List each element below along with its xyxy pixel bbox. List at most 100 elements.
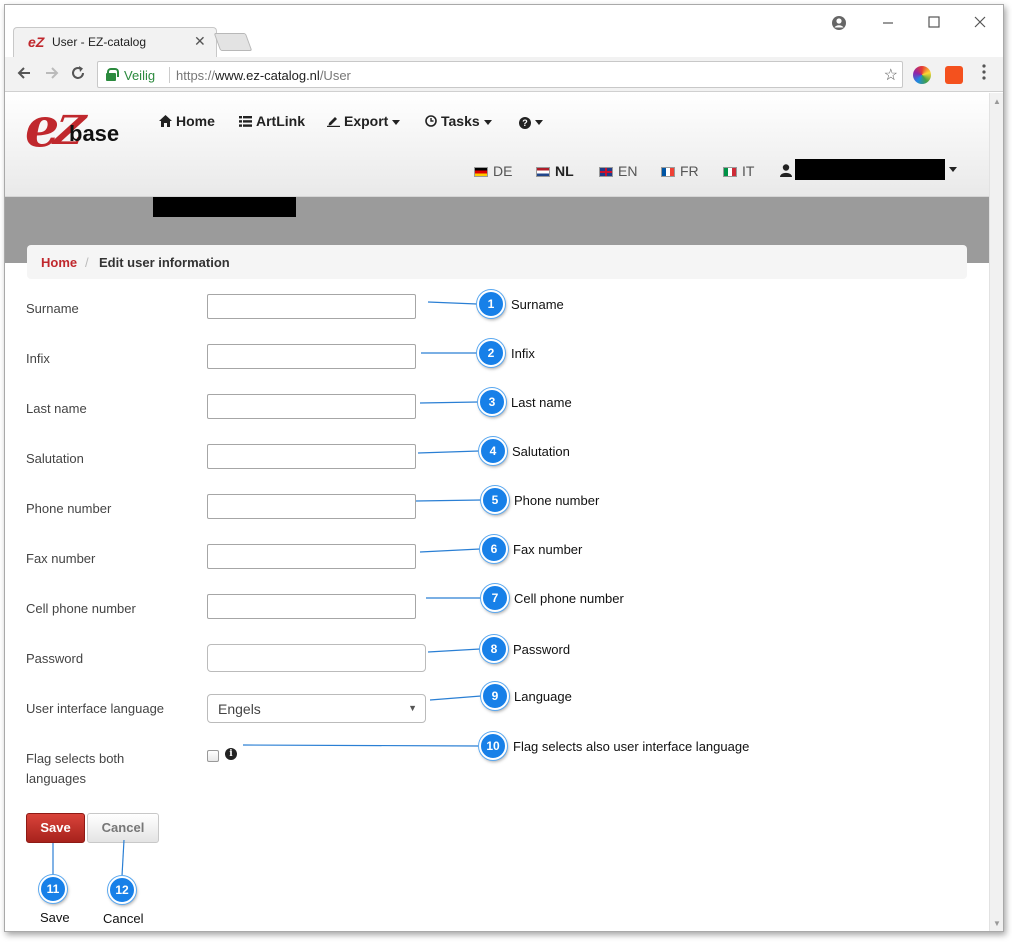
browser-menu-icon[interactable] [981,63,987,86]
lang-de-label: DE [493,163,513,179]
url-scheme: https:// [176,68,216,83]
cancel-button[interactable]: Cancel [87,813,159,843]
home-icon [159,115,172,127]
chevron-down-icon[interactable] [949,167,957,172]
tab-strip: eZ User - EZ-catalog ✕ [5,5,1003,57]
help-icon: ? [519,117,531,129]
vertical-scrollbar[interactable]: ▲ ▼ [989,93,1003,931]
chevron-down-icon [535,119,543,125]
flag-selects-label-line1: Flag selects both [26,751,125,766]
secure-label: Veilig [124,68,156,83]
phone-number-input[interactable] [207,494,416,519]
ez-favicon-icon: eZ [28,34,45,50]
url-host: www.ez-catalog.nl [215,68,320,83]
nav-tasks-dropdown[interactable]: Tasks [425,113,492,129]
lang-nl-label: NL [555,163,574,179]
cell-phone-number-input[interactable] [207,594,416,619]
minimize-icon[interactable] [881,15,895,34]
address-bar[interactable]: Veilig https://www.ez-catalog.nl/User ☆ [97,61,903,88]
nav-help-dropdown[interactable]: ? [519,113,543,129]
last-name-label: Last name [26,401,87,416]
salutation-input[interactable] [207,444,416,469]
password-input[interactable] [207,644,426,672]
user-icon [780,164,792,180]
lang-de[interactable]: DE [474,163,512,179]
last-name-input[interactable] [207,394,416,419]
logo-base-text: base [69,121,120,146]
browser-window: eZ User - EZ-catalog ✕ Veilig https://ww… [4,4,1004,932]
save-button[interactable]: Save [26,813,85,843]
flag-selects-checkbox[interactable] [207,750,219,762]
page-viewport: e Z base Home ArtLink Export Tasks ? DE … [5,93,989,931]
lang-fr-label: FR [680,163,699,179]
forward-arrow-icon[interactable] [43,64,61,87]
password-label: Password [26,651,84,666]
flag-selects-label-line2: languages [26,771,86,786]
lock-icon [106,68,119,81]
infix-input[interactable] [207,344,416,369]
ui-language-select[interactable]: Engels ▼ [207,694,426,723]
new-tab-button[interactable] [213,33,253,51]
url-text: https://www.ez-catalog.nl/User [176,68,351,83]
flag-it-icon [723,167,737,177]
lang-en-label: EN [618,163,638,179]
reload-icon[interactable] [69,64,87,87]
flag-de-icon [474,167,488,177]
surname-input[interactable] [207,294,416,319]
flag-uk-icon [599,167,613,177]
close-window-icon[interactable] [973,15,987,34]
lang-en[interactable]: EN [599,163,637,179]
tab-close-icon[interactable]: ✕ [194,33,206,50]
nav-artlink-label: ArtLink [256,113,305,129]
lang-nl[interactable]: NL [536,163,574,179]
nav-home[interactable]: Home [159,113,215,129]
bookmark-star-icon[interactable]: ☆ [884,65,898,85]
nav-export-label: Export [344,113,389,129]
banner-redacted-text [153,197,296,217]
lang-fr[interactable]: FR [661,163,699,179]
color-extension-icon[interactable] [913,66,931,84]
url-path: /User [319,68,351,83]
clock-icon [425,115,437,127]
address-separator [169,67,170,83]
chevron-down-icon [392,119,401,125]
surname-label: Surname [26,301,79,316]
shield-extension-icon[interactable] [945,66,963,84]
phone-number-label: Phone number [26,501,112,516]
browser-toolbar: Veilig https://www.ez-catalog.nl/User ☆ [5,57,1003,92]
nav-home-label: Home [176,113,215,129]
list-icon [239,116,252,127]
fax-number-label: Fax number [26,551,96,566]
info-icon[interactable]: i [225,748,237,760]
tab-title: User - EZ-catalog [52,35,147,49]
flag-nl-icon [536,167,550,177]
user-menu-redacted[interactable] [795,159,945,180]
infix-label: Infix [26,351,50,366]
breadcrumb: Home / Edit user information [27,245,967,279]
scroll-up-arrow-icon[interactable]: ▲ [993,97,1001,106]
cell-phone-number-label: Cell phone number [26,601,136,616]
ui-language-value: Engels [218,701,261,717]
back-arrow-icon[interactable] [15,64,33,87]
export-icon [327,117,340,127]
maximize-icon[interactable] [927,15,941,34]
nav-export-dropdown[interactable]: Export [327,113,401,129]
site-header: e Z base Home ArtLink Export Tasks ? DE … [5,93,989,197]
breadcrumb-current: Edit user information [99,255,230,270]
flag-fr-icon [661,167,675,177]
select-arrow-icon: ▼ [408,703,417,713]
breadcrumb-separator: / [85,255,89,270]
salutation-label: Salutation [26,451,84,466]
nav-tasks-label: Tasks [441,113,480,129]
browser-tab-active[interactable]: eZ User - EZ-catalog ✕ [13,27,217,57]
scroll-down-arrow-icon[interactable]: ▼ [993,919,1001,928]
chevron-down-icon [483,119,492,125]
lang-it-label: IT [742,163,755,179]
nav-artlink[interactable]: ArtLink [239,113,305,129]
profile-icon[interactable] [831,15,847,36]
lang-it[interactable]: IT [723,163,754,179]
ui-language-label: User interface language [26,701,165,716]
ezbase-logo[interactable]: e Z base [25,97,125,171]
breadcrumb-home-link[interactable]: Home [41,255,77,270]
fax-number-input[interactable] [207,544,416,569]
